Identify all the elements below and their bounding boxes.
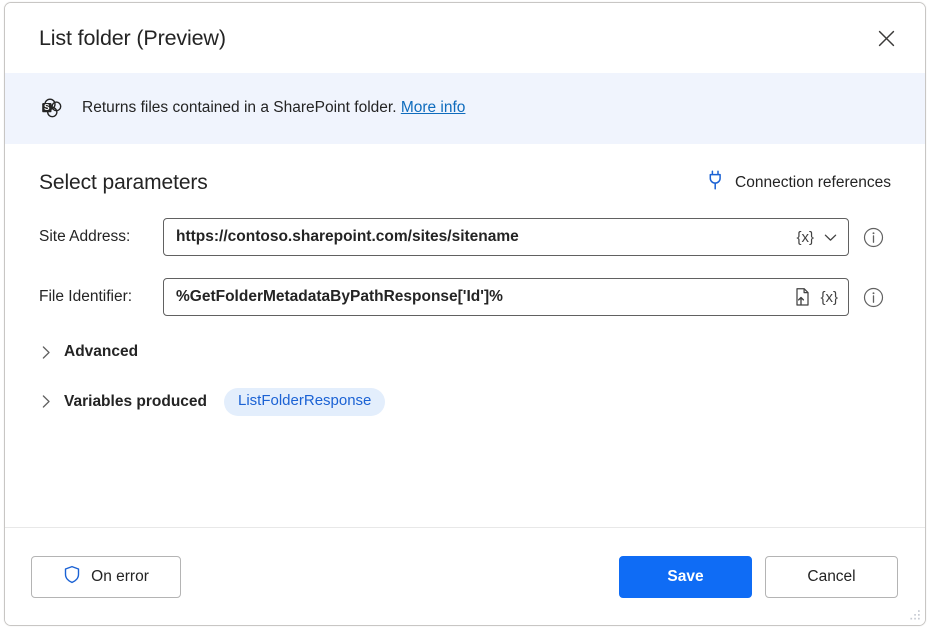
file-identifier-label: File Identifier: (39, 288, 163, 306)
expander-variables-produced[interactable]: Variables produced ListFolderResponse (39, 388, 891, 416)
on-error-button[interactable]: On error (31, 556, 181, 598)
site-address-label: Site Address: (39, 228, 163, 246)
file-identifier-info-icon[interactable] (863, 287, 884, 308)
svg-text:S: S (44, 102, 50, 112)
parameter-row-file-identifier: File Identifier: %GetFolderMetadataByPat… (39, 278, 891, 316)
file-identifier-input[interactable]: %GetFolderMetadataByPathResponse['Id']% (176, 288, 787, 306)
dialog-window: List folder (Preview) S Returns files co… (4, 2, 926, 626)
more-info-link[interactable]: More info (401, 99, 466, 116)
connection-references-label: Connection references (735, 174, 891, 192)
file-identifier-field[interactable]: %GetFolderMetadataByPathResponse['Id']% … (163, 278, 849, 316)
file-identifier-adornments: {x} (787, 287, 839, 307)
banner-text-wrapper: Returns files contained in a SharePoint … (82, 98, 465, 118)
banner-description: Returns files contained in a SharePoint … (82, 99, 397, 116)
expander-advanced[interactable]: Advanced (39, 343, 891, 361)
section-header: Select parameters Connection references (39, 170, 891, 195)
section-title: Select parameters (39, 171, 707, 195)
footer-actions: Save Cancel (619, 556, 898, 598)
file-picker-icon[interactable] (793, 287, 812, 307)
cancel-button[interactable]: Cancel (765, 556, 898, 598)
parameter-row-site-address: Site Address: https://contoso.sharepoint… (39, 218, 891, 256)
on-error-label: On error (91, 568, 149, 586)
expander-variables-produced-label: Variables produced (64, 393, 207, 411)
resize-grip[interactable] (908, 609, 921, 622)
shield-icon (63, 565, 81, 589)
chevron-right-icon (39, 394, 53, 409)
sharepoint-icon: S (39, 96, 65, 122)
variable-pill-listfolderresponse[interactable]: ListFolderResponse (224, 388, 385, 416)
variable-token-icon[interactable]: {x} (795, 228, 815, 247)
chevron-right-icon (39, 345, 53, 360)
connection-references-button[interactable]: Connection references (707, 170, 891, 195)
dialog-footer: On error Save Cancel (5, 527, 925, 625)
site-address-field[interactable]: https://contoso.sharepoint.com/sites/sit… (163, 218, 849, 256)
dialog-title: List folder (Preview) (39, 26, 865, 51)
variable-token-icon[interactable]: {x} (819, 288, 839, 307)
info-banner: S Returns files contained in a SharePoin… (5, 73, 925, 144)
dialog-titlebar: List folder (Preview) (5, 3, 925, 73)
close-icon (878, 30, 895, 47)
site-address-input[interactable]: https://contoso.sharepoint.com/sites/sit… (176, 228, 789, 246)
dialog-body: Select parameters Connection references … (5, 144, 925, 527)
chevron-down-icon[interactable] (822, 229, 839, 246)
expander-advanced-label: Advanced (64, 343, 138, 361)
site-address-info-icon[interactable] (863, 227, 884, 248)
close-button[interactable] (865, 17, 907, 59)
save-button[interactable]: Save (619, 556, 752, 598)
plug-icon (707, 170, 724, 195)
site-address-adornments: {x} (789, 228, 839, 247)
